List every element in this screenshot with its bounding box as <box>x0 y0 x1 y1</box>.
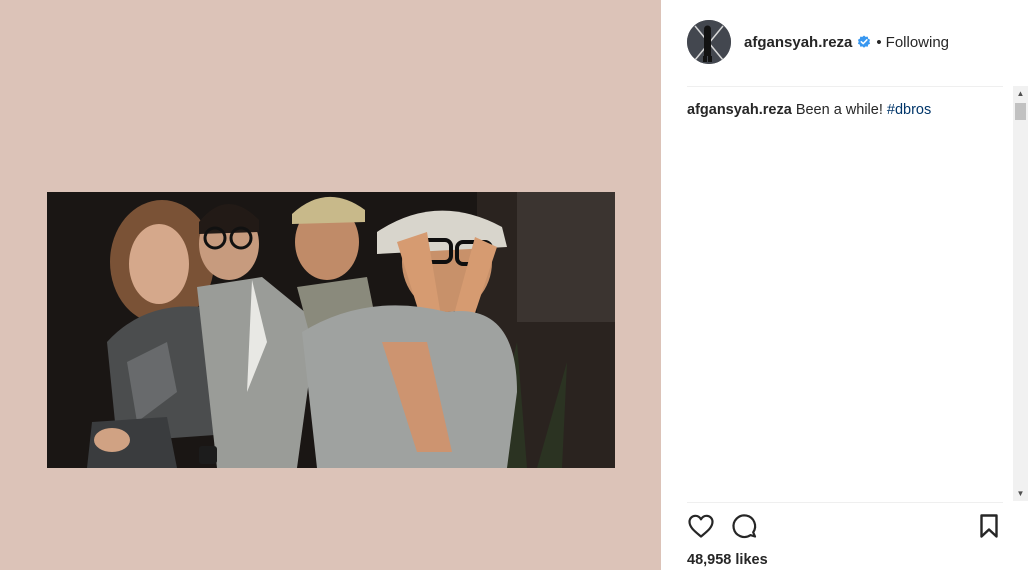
caption-hashtag[interactable]: #dbros <box>887 102 931 118</box>
scroll-up-arrow-icon[interactable]: ▲ <box>1013 86 1028 101</box>
following-button[interactable]: Following <box>886 34 949 51</box>
header-separator: • <box>876 33 882 51</box>
comments-scrollbar[interactable]: ▲ ▼ <box>1013 86 1028 501</box>
likes-count: 48,958 <box>687 552 732 568</box>
post-actions <box>687 512 1003 542</box>
scroll-down-arrow-icon[interactable]: ▼ <box>1013 486 1028 501</box>
actions-divider <box>687 502 1003 503</box>
post-author-username[interactable]: afgansyah.reza <box>744 34 852 51</box>
post-header: afgansyah.reza • Following <box>687 20 1007 64</box>
comments-list[interactable]: afgansyah.reza Been a while! #dbros <box>687 88 1003 501</box>
post-caption: afgansyah.reza Been a while! #dbros <box>687 101 931 119</box>
post-photo[interactable] <box>47 192 615 468</box>
caption-text: Been a while! <box>795 102 883 118</box>
post-sidebar: afgansyah.reza • Following afgansyah.rez… <box>661 0 1028 570</box>
likes-label: likes <box>735 552 768 568</box>
caption-username[interactable]: afgansyah.reza <box>687 102 792 118</box>
bookmark-icon <box>980 514 998 538</box>
comment-icon <box>732 514 757 539</box>
media-pane <box>0 0 661 570</box>
group-photo-image <box>47 192 615 468</box>
scrollbar-thumb[interactable] <box>1015 103 1026 120</box>
comment-button[interactable] <box>730 512 760 542</box>
header-divider <box>687 86 1003 87</box>
like-button[interactable] <box>687 512 717 542</box>
save-button[interactable] <box>975 512 1005 542</box>
verified-badge-icon <box>857 35 871 49</box>
likes-summary[interactable]: 48,958 likes <box>687 552 768 568</box>
avatar[interactable] <box>687 20 731 64</box>
heart-icon <box>688 514 714 538</box>
avatar-image <box>687 20 731 64</box>
